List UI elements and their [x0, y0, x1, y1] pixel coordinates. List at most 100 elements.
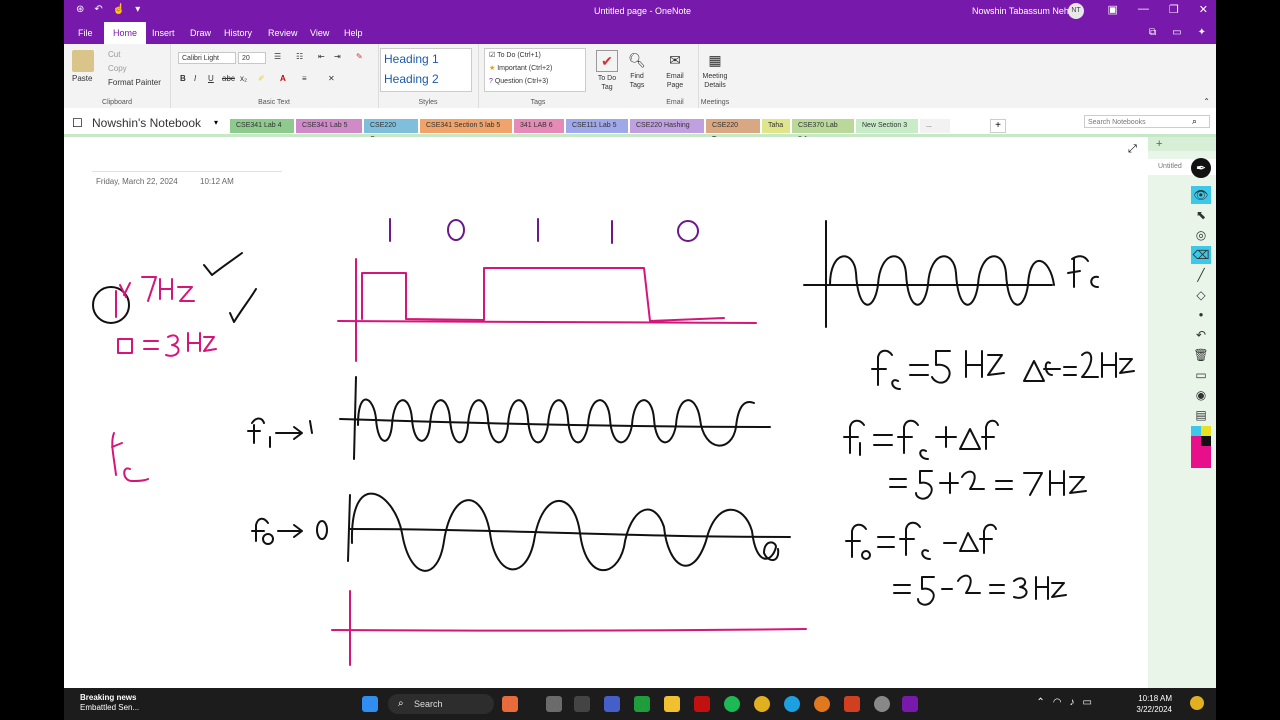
minimize-icon[interactable]: —: [1138, 3, 1149, 16]
undo-icon[interactable]: ↶: [94, 4, 102, 15]
spotify-icon[interactable]: [724, 696, 740, 712]
section-tab[interactable]: CSE341 Section 5 lab 5: [420, 119, 512, 133]
section-tab[interactable]: CSE341 Lab 4: [230, 119, 294, 133]
font-dropdown[interactable]: Calibri Light: [178, 52, 236, 64]
chevron-down-icon[interactable]: ▾: [214, 118, 218, 127]
comments-icon[interactable]: ▭: [1172, 27, 1181, 38]
numbering-icon[interactable]: ☷: [296, 52, 303, 61]
volume-icon[interactable]: ♪: [1070, 697, 1075, 708]
app-a-icon[interactable]: [604, 696, 620, 712]
section-tab[interactable]: CSE111 Lab 5: [566, 119, 628, 133]
task-view-icon[interactable]: [546, 696, 562, 712]
camera-icon[interactable]: ◉: [1191, 386, 1211, 404]
close-icon[interactable]: ✕: [1199, 3, 1208, 16]
tab-file[interactable]: File: [78, 28, 93, 38]
share-icon[interactable]: ⧉: [1149, 27, 1156, 38]
add-page-icon[interactable]: +: [1148, 137, 1216, 151]
bullets-icon[interactable]: ☰: [274, 52, 281, 61]
back-icon[interactable]: ⊛: [76, 4, 84, 15]
view-icon[interactable]: 👁︎: [1191, 186, 1211, 204]
tab-home[interactable]: Home: [104, 22, 147, 44]
undo-draw-icon[interactable]: ↶: [1191, 326, 1211, 344]
section-tab[interactable]: ...: [920, 119, 950, 133]
lightbulb-icon[interactable]: ✦: [1198, 27, 1206, 38]
pen-nib-icon[interactable]: ✒: [1191, 158, 1211, 178]
tab-insert[interactable]: Insert: [152, 28, 175, 38]
start-icon[interactable]: [362, 696, 378, 712]
align-icon[interactable]: ≡: [302, 74, 307, 83]
tab-history[interactable]: History: [224, 28, 252, 38]
todo-tag-button[interactable]: ✔ To Do Tag: [592, 50, 622, 92]
collapse-ribbon-icon[interactable]: ⌃: [1203, 97, 1210, 106]
trash-icon[interactable]: 🗑︎: [1191, 346, 1211, 364]
app-box-icon[interactable]: [574, 696, 590, 712]
subscript-icon[interactable]: x₂: [240, 74, 247, 83]
color-magenta-swatch[interactable]: [1191, 446, 1211, 468]
email-page-button[interactable]: ✉ Email Page: [660, 50, 690, 90]
dot-icon[interactable]: ●: [1191, 306, 1211, 324]
section-tab[interactable]: CSE370 Lab 3.1: [792, 119, 854, 143]
chrome-canary-icon[interactable]: [814, 696, 830, 712]
underline-icon[interactable]: U: [208, 74, 214, 83]
font-size-dropdown[interactable]: 20: [238, 52, 266, 64]
notebook-name[interactable]: Nowshin's Notebook: [92, 116, 201, 130]
taskbar-search[interactable]: Search: [388, 694, 494, 714]
screen-icon[interactable]: ▭: [1191, 366, 1211, 384]
tab-view[interactable]: View: [310, 28, 329, 38]
select-icon[interactable]: ⬉: [1191, 206, 1211, 224]
section-tab[interactable]: Taha: [762, 119, 790, 133]
highlighter-icon[interactable]: ◇: [1191, 286, 1211, 304]
netflix-icon[interactable]: [694, 696, 710, 712]
italic-icon[interactable]: I: [194, 74, 196, 83]
color-magenta-black-swatch[interactable]: [1191, 436, 1211, 446]
todo-tag-item[interactable]: ☑ To Do (Ctrl+1): [485, 49, 585, 62]
chrome-icon[interactable]: [754, 696, 770, 712]
paste-icon[interactable]: [72, 50, 94, 72]
battery-icon[interactable]: ▭: [1083, 697, 1092, 708]
tab-draw[interactable]: Draw: [190, 28, 211, 38]
touch-mode-icon[interactable]: ☝: [113, 4, 125, 15]
heading1-style[interactable]: Heading 1: [381, 49, 471, 69]
add-section-icon[interactable]: +: [990, 119, 1006, 133]
section-tab[interactable]: CSE220 Hashing: [630, 119, 704, 133]
wifi-icon[interactable]: ◠: [1053, 697, 1062, 708]
avatar[interactable]: NT: [1068, 3, 1084, 19]
tab-review[interactable]: Review: [268, 28, 298, 38]
clipboard-icon[interactable]: ▤: [1191, 406, 1211, 424]
outdent-icon[interactable]: ⇤: [318, 52, 325, 61]
meeting-details-button[interactable]: ▦ Meeting Details: [698, 50, 732, 90]
customize-icon[interactable]: ▾: [135, 4, 140, 15]
section-tab[interactable]: 341 LAB 6: [514, 119, 564, 133]
bold-icon[interactable]: B: [180, 74, 186, 83]
font-color-icon[interactable]: A: [280, 74, 286, 83]
page-canvas[interactable]: Friday, March 22, 2024 10:12 AM ⤢: [64, 137, 1148, 688]
strikethrough-icon[interactable]: abc: [222, 74, 235, 83]
tab-help[interactable]: Help: [344, 28, 363, 38]
file-explorer-icon[interactable]: [664, 696, 680, 712]
section-tab[interactable]: New Section 3: [856, 119, 918, 133]
question-tag-item[interactable]: ? Question (Ctrl+3): [485, 75, 585, 88]
copy-button[interactable]: Copy: [108, 64, 127, 73]
lasso-icon[interactable]: ◎: [1191, 226, 1211, 244]
weather-icon[interactable]: [1190, 696, 1204, 710]
pen-icon[interactable]: ╱: [1191, 266, 1211, 284]
user-name[interactable]: Nowshin Tabassum Neha: [972, 6, 1074, 16]
clock[interactable]: 10:18 AM 3/22/2024: [1136, 693, 1172, 715]
chevron-up-icon[interactable]: ⌃: [1036, 697, 1044, 708]
color-cyan-yellow-swatch[interactable]: [1191, 426, 1211, 436]
section-tab[interactable]: CSE220 Cons: [364, 119, 418, 143]
onenote-icon[interactable]: [902, 696, 918, 712]
widget-app-icon[interactable]: [502, 696, 518, 712]
format-painter-button[interactable]: Format Painter: [108, 78, 161, 87]
delete-icon[interactable]: ✕: [328, 74, 335, 83]
highlight-icon[interactable]: ✐: [258, 74, 265, 83]
section-tab[interactable]: CSE341 Lab 5: [296, 119, 362, 133]
paste-button[interactable]: Paste: [72, 74, 92, 83]
heading2-style[interactable]: Heading 2: [381, 69, 471, 89]
ribbon-display-icon[interactable]: ▣: [1108, 3, 1118, 16]
edge-icon[interactable]: [784, 696, 800, 712]
eraser-icon[interactable]: ⌫: [1191, 246, 1211, 264]
news-widget[interactable]: Breaking news Embattled Sen...: [80, 693, 139, 713]
powerpoint-icon[interactable]: [844, 696, 860, 712]
cut-button[interactable]: Cut: [108, 50, 120, 59]
